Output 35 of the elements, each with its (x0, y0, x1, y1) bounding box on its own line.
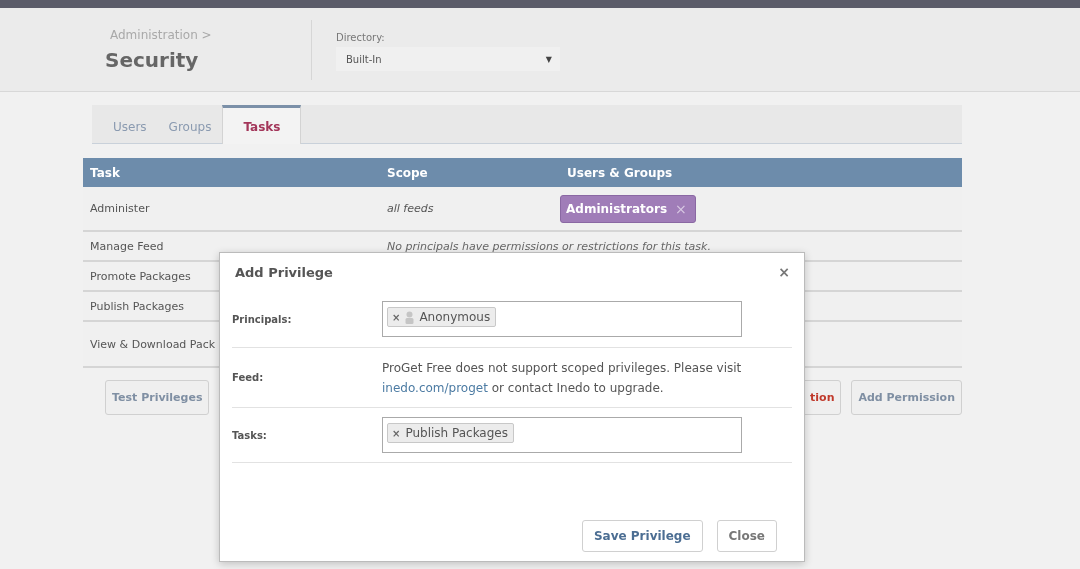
page-title: Security (105, 47, 200, 72)
field-label: Tasks: (232, 429, 268, 441)
selected-tag: × Anonymous (387, 307, 497, 327)
tab[interactable]: Groups (157, 105, 223, 144)
table-cell: View & Download Pack (90, 337, 216, 351)
table-cell: Publish Packages (90, 299, 185, 313)
test-privileges-button[interactable]: Test Privileges (105, 380, 210, 415)
tag-input-field[interactable]: × Publish Packages (382, 417, 742, 453)
field-label: Feed: (232, 372, 265, 383)
user-icon (405, 310, 415, 324)
tab[interactable]: Users (102, 105, 158, 144)
add-permission-button[interactable]: Add Permission (851, 380, 962, 415)
table-cell: Manage Feed (90, 239, 164, 253)
remove-icon[interactable]: × (392, 427, 401, 439)
directory-select[interactable]: Built-In ▼ (336, 47, 560, 71)
column-header: Task (89, 165, 121, 180)
principal-tag[interactable]: Administrators × (560, 194, 696, 223)
selected-tag: × Publish Packages (387, 423, 514, 443)
upgrade-notice: ProGet Free does not support scoped privileges. Please visit inedo.com/proget or contact Inedo to upgrade. (382, 359, 742, 397)
save-button[interactable]: Save Privilege (581, 520, 703, 552)
table-cell: Promote Packages (90, 269, 191, 283)
field-label: Principals: (232, 313, 293, 325)
close-button[interactable]: Close (716, 520, 777, 552)
column-header: Scope (386, 165, 429, 180)
directory-label: Directory: (336, 32, 386, 43)
tab[interactable]: Tasks (222, 105, 302, 144)
dialog-title: Add Privilege (235, 264, 333, 280)
table-cell: No principals have permissions or restrictions for this task. (387, 239, 711, 253)
table-cell: Administer (90, 202, 150, 215)
table-cell: all feeds (387, 202, 434, 215)
proget-link[interactable]: inedo.com/proget (382, 380, 488, 395)
tag-input-field[interactable]: × Anonymous (382, 301, 742, 337)
column-header: Users & Groups (566, 165, 674, 180)
caret-icon: ▼ (545, 54, 552, 64)
remove-icon[interactable]: × (392, 311, 401, 323)
